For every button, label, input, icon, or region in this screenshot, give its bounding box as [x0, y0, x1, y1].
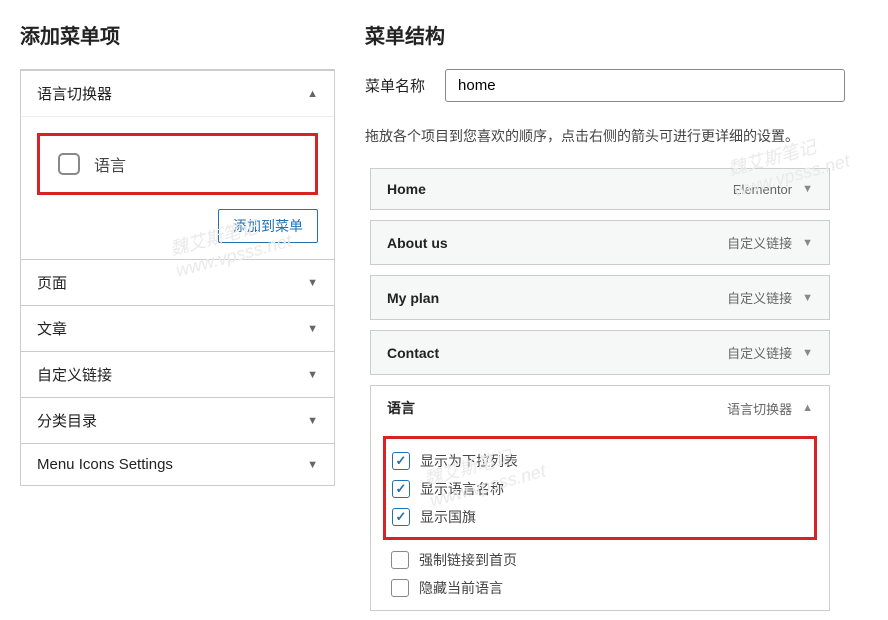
- menu-item-type: Elementor: [733, 182, 792, 197]
- accordion-label: 分类目录: [37, 410, 97, 431]
- chevron-down-icon: ▼: [307, 277, 318, 289]
- checkbox-checked-icon[interactable]: ✓: [392, 480, 410, 498]
- menu-structure-heading: 菜单结构: [365, 20, 878, 49]
- option-label: 隐藏当前语言: [419, 578, 503, 598]
- menu-items-list: Home Elementor ▼ About us 自定义链接 ▼ My plan …: [365, 168, 878, 611]
- accordion-posts[interactable]: 文章 ▼: [21, 305, 334, 351]
- chevron-down-icon: ▼: [802, 292, 813, 304]
- chevron-down-icon: ▼: [802, 347, 813, 359]
- chevron-down-icon: ▼: [802, 183, 813, 195]
- menu-item-about[interactable]: About us 自定义链接 ▼: [370, 220, 830, 265]
- menu-item-type: 语言切换器: [727, 399, 792, 418]
- chevron-down-icon: ▼: [802, 237, 813, 249]
- menu-item-title: My plan: [387, 290, 439, 306]
- chevron-up-icon: ▲: [307, 88, 318, 100]
- menu-item-title: Contact: [387, 345, 439, 361]
- chevron-down-icon: ▼: [307, 369, 318, 381]
- checkbox-checked-icon[interactable]: ✓: [392, 452, 410, 470]
- accordion-menu-icons[interactable]: Menu Icons Settings ▼: [21, 443, 334, 485]
- menu-item-title: About us: [387, 235, 448, 251]
- menu-item-type: 自定义链接: [727, 343, 792, 362]
- accordion-label: 页面: [37, 272, 67, 293]
- menu-item-type: 自定义链接: [727, 233, 792, 252]
- accordion-label: Menu Icons Settings: [37, 456, 173, 473]
- accordion-pages[interactable]: 页面 ▼: [21, 259, 334, 305]
- drag-hint-text: 拖放各个项目到您喜欢的顺序，点击右侧的箭头可进行更详细的设置。: [365, 126, 878, 146]
- option-force-home[interactable]: 强制链接到首页: [389, 546, 811, 574]
- language-checkbox[interactable]: [58, 153, 80, 175]
- add-menu-items-heading: 添加菜单项: [20, 20, 335, 49]
- option-label: 强制链接到首页: [419, 550, 517, 570]
- add-to-menu-button[interactable]: 添加到菜单: [218, 209, 318, 243]
- option-show-names[interactable]: ✓ 显示语言名称: [390, 475, 810, 503]
- menu-item-language-body: ✓ 显示为下拉列表 ✓ 显示语言名称 ✓ 显示国旗: [370, 430, 830, 611]
- option-show-flags[interactable]: ✓ 显示国旗: [390, 503, 810, 531]
- menu-item-type: 自定义链接: [727, 288, 792, 307]
- chevron-down-icon: ▼: [307, 323, 318, 335]
- highlighted-options: ✓ 显示为下拉列表 ✓ 显示语言名称 ✓ 显示国旗: [383, 436, 817, 540]
- menu-name-input[interactable]: [445, 69, 845, 102]
- checkbox-unchecked-icon[interactable]: [391, 551, 409, 569]
- language-checkbox-row[interactable]: 语言: [37, 133, 318, 195]
- chevron-down-icon: ▼: [307, 415, 318, 427]
- chevron-up-icon: ▲: [802, 402, 813, 414]
- menu-name-label: 菜单名称: [365, 75, 425, 96]
- accordion-lang-switcher[interactable]: 语言切换器 ▲: [21, 70, 334, 116]
- accordion-body-lang: 语言 添加到菜单: [21, 116, 334, 259]
- language-checkbox-label: 语言: [94, 152, 126, 176]
- menu-item-home[interactable]: Home Elementor ▼: [370, 168, 830, 210]
- accordion-label: 语言切换器: [37, 83, 112, 104]
- option-dropdown[interactable]: ✓ 显示为下拉列表: [390, 447, 810, 475]
- chevron-down-icon: ▼: [307, 459, 318, 471]
- accordion-label: 自定义链接: [37, 364, 112, 385]
- option-label: 显示语言名称: [420, 479, 504, 499]
- menu-item-myplan[interactable]: My plan 自定义链接 ▼: [370, 275, 830, 320]
- accordion-label: 文章: [37, 318, 67, 339]
- menu-item-title: Home: [387, 181, 426, 197]
- menu-item-title: 语言: [387, 398, 415, 418]
- checkbox-checked-icon[interactable]: ✓: [392, 508, 410, 526]
- accordion-custom-links[interactable]: 自定义链接 ▼: [21, 351, 334, 397]
- option-label: 显示国旗: [420, 507, 476, 527]
- menu-item-contact[interactable]: Contact 自定义链接 ▼: [370, 330, 830, 375]
- accordion-categories[interactable]: 分类目录 ▼: [21, 397, 334, 443]
- menu-item-language[interactable]: 语言 语言切换器 ▲: [370, 385, 830, 430]
- menu-source-accordion: 魏艾斯笔记www.vpsss.net 语言切换器 ▲ 语言 添加到菜单 页面 ▼…: [20, 69, 335, 486]
- option-label: 显示为下拉列表: [420, 451, 518, 471]
- option-hide-current[interactable]: 隐藏当前语言: [389, 574, 811, 602]
- checkbox-unchecked-icon[interactable]: [391, 579, 409, 597]
